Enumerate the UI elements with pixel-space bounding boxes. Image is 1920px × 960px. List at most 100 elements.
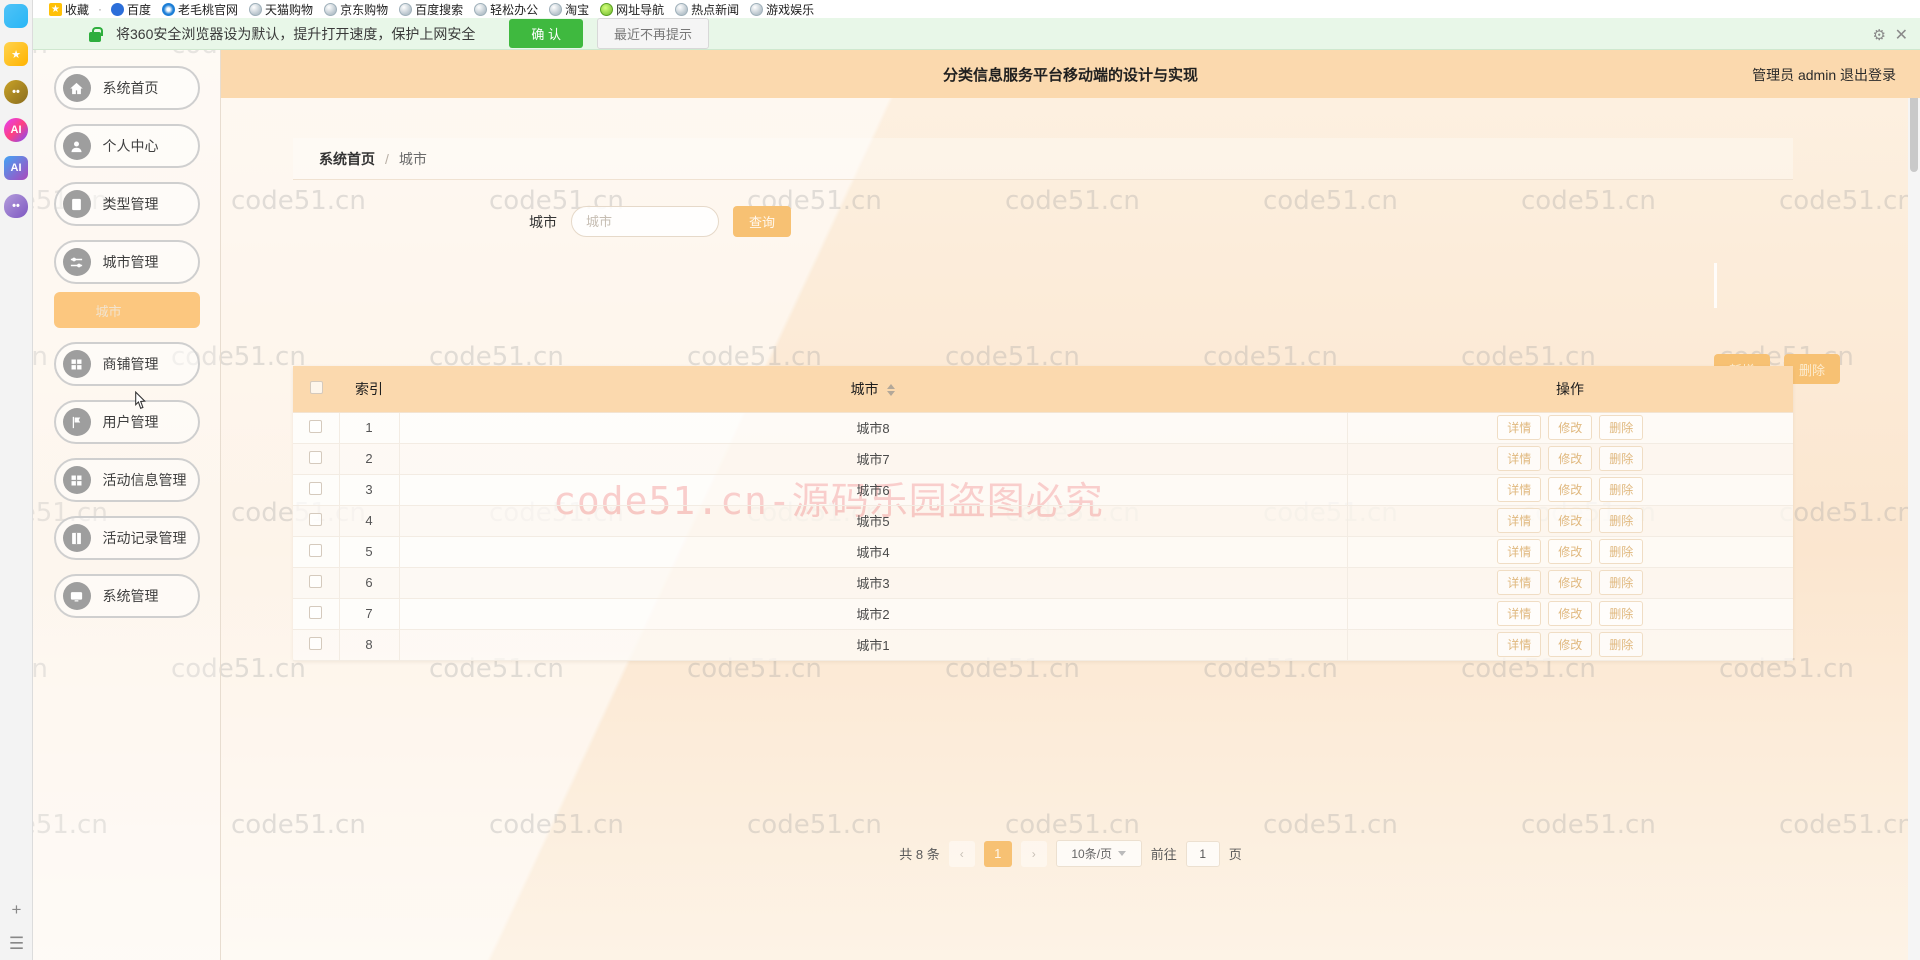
row-delete-button[interactable]: 删除 <box>1599 570 1644 595</box>
page-title: 分类信息服务平台移动端的设计与实现 <box>942 66 1198 84</box>
row-detail-button[interactable]: 详情 <box>1497 477 1542 502</box>
page-size-select[interactable]: 10条/页 <box>1055 840 1142 867</box>
add-icon[interactable]: + <box>7 900 27 920</box>
row-checkbox[interactable] <box>309 543 323 557</box>
table-row: 1 城市8 详情 修改 删除 <box>293 412 1793 444</box>
sidebar-item-city-management[interactable]: 城市管理 <box>53 240 200 284</box>
bookmark-label: 热点新闻 <box>691 2 740 17</box>
row-delete-button[interactable]: 删除 <box>1599 477 1644 502</box>
bookmark-laomaotao[interactable]: 老毛桃官网 <box>158 1 242 18</box>
column-header-index: 索引 <box>339 366 399 413</box>
bookmark-label: 游戏娱乐 <box>766 2 815 17</box>
bookmark-news[interactable]: 热点新闻 <box>671 1 743 18</box>
pagination-prev-button[interactable]: ‹ <box>948 840 975 867</box>
row-edit-button[interactable]: 修改 <box>1548 570 1593 595</box>
row-edit-button[interactable]: 修改 <box>1548 446 1593 471</box>
row-detail-button[interactable]: 详情 <box>1497 570 1542 595</box>
bookmark-baidu-search[interactable]: 百度搜索 <box>395 1 467 18</box>
ai-circle-icon[interactable]: AI <box>4 118 28 142</box>
row-checkbox[interactable] <box>309 636 323 650</box>
row-city: 城市8 <box>399 412 1347 444</box>
bookmark-favorites[interactable]: ★ 收藏 <box>45 1 93 18</box>
sidebar-item-profile[interactable]: 个人中心 <box>53 124 200 168</box>
row-checkbox[interactable] <box>309 512 323 526</box>
column-header-city[interactable]: 城市 <box>399 366 1347 413</box>
row-checkbox[interactable] <box>309 481 323 495</box>
breadcrumb-home[interactable]: 系统首页 <box>319 149 375 169</box>
sidebar-item-activity-record[interactable]: 活动记录管理 <box>53 516 200 560</box>
goto-page-input[interactable] <box>1185 840 1220 867</box>
row-detail-button[interactable]: 详情 <box>1497 508 1542 533</box>
bookmark-baidu[interactable]: 百度 <box>107 1 155 18</box>
gear-icon[interactable]: ⚙ <box>1873 26 1886 44</box>
row-checkbox[interactable] <box>309 605 323 619</box>
bookmark-label: 老毛桃官网 <box>178 2 239 17</box>
table-row: 7 城市2 详情 修改 删除 <box>293 598 1793 630</box>
ai-square-icon[interactable]: AI <box>4 156 28 180</box>
sidebar-item-type[interactable]: 类型管理 <box>53 182 200 226</box>
sort-arrows-icon[interactable] <box>887 384 896 397</box>
sidebar-item-label: 个人中心 <box>102 138 159 154</box>
sidebar-item-activity-info[interactable]: 活动信息管理 <box>53 458 200 502</box>
row-detail-button[interactable]: 详情 <box>1497 632 1542 657</box>
table-body: 1 城市8 详情 修改 删除 2 城市7 详情 修改 删除 3 城市6 详情 修改 删除 4 城市5 详情 修改 删除… <box>293 412 1793 661</box>
row-edit-button[interactable]: 修改 <box>1548 539 1593 564</box>
row-edit-button[interactable]: 修改 <box>1548 601 1593 626</box>
search-input[interactable] <box>571 206 719 237</box>
bookmark-office[interactable]: 轻松办公 <box>470 1 542 18</box>
bookmark-label: 百度 <box>127 2 152 17</box>
pagination-page-1[interactable]: 1 <box>983 840 1012 867</box>
row-detail-button[interactable]: 详情 <box>1497 601 1542 626</box>
search-button[interactable]: 查询 <box>733 206 791 237</box>
row-operations: 详情 修改 删除 <box>1346 505 1793 537</box>
user-name: admin <box>1797 67 1837 83</box>
dismiss-button[interactable]: 最近不再提示 <box>596 18 709 49</box>
row-edit-button[interactable]: 修改 <box>1548 415 1593 440</box>
favorites-star-icon[interactable]: ★ <box>4 42 28 66</box>
bookmark-taobao[interactable]: 淘宝 <box>545 1 593 18</box>
row-index: 3 <box>339 474 400 506</box>
menu-icon[interactable]: ☰ <box>7 934 27 954</box>
sidebar-item-system[interactable]: 系统管理 <box>53 574 200 618</box>
row-detail-button[interactable]: 详情 <box>1497 446 1542 471</box>
sidebar-item-home[interactable]: 系统首页 <box>53 66 200 110</box>
pagination-next-button[interactable]: › <box>1020 840 1047 867</box>
bookmark-jd[interactable]: 京东购物 <box>320 1 392 18</box>
bookmark-label: 天猫购物 <box>265 2 314 17</box>
user-icon <box>62 132 91 160</box>
row-detail-button[interactable]: 详情 <box>1497 415 1542 440</box>
row-delete-button[interactable]: 删除 <box>1599 632 1644 657</box>
row-delete-button[interactable]: 删除 <box>1599 415 1644 440</box>
row-delete-button[interactable]: 删除 <box>1599 446 1644 471</box>
breadcrumb-current: 城市 <box>398 150 427 167</box>
row-edit-button[interactable]: 修改 <box>1548 477 1593 502</box>
close-icon[interactable]: ✕ <box>1895 25 1908 45</box>
row-index: 8 <box>339 629 400 661</box>
flag-icon <box>62 408 91 436</box>
sidebar-item-label: 类型管理 <box>102 196 159 212</box>
row-delete-button[interactable]: 删除 <box>1599 601 1644 626</box>
sidebar-item-shop[interactable]: 商铺管理 <box>53 342 200 386</box>
select-all-checkbox[interactable] <box>309 380 323 394</box>
row-delete-button[interactable]: 删除 <box>1599 539 1644 564</box>
row-city: 城市2 <box>399 598 1347 630</box>
confirm-button[interactable]: 确 认 <box>509 19 583 48</box>
bookmark-tmall[interactable]: 天猫购物 <box>245 1 317 18</box>
row-checkbox[interactable] <box>309 450 323 464</box>
sidebar-subitem-city[interactable]: 城市 <box>53 292 200 328</box>
browser-logo-icon[interactable] <box>4 4 28 28</box>
row-checkbox[interactable] <box>309 574 323 588</box>
assistant-blob-icon[interactable]: •• <box>4 194 28 218</box>
bookmark-nav[interactable]: 网址导航 <box>596 1 668 18</box>
notification-text: 将360安全浏览器设为默认，提升打开速度，保护上网安全 <box>116 25 476 42</box>
row-edit-button[interactable]: 修改 <box>1548 632 1593 657</box>
logout-link[interactable]: 退出登录 <box>1840 67 1896 83</box>
chat-bubble-icon[interactable]: •• <box>4 80 28 104</box>
bookmark-games[interactable]: 游戏娱乐 <box>746 1 818 18</box>
bookmark-label: 轻松办公 <box>490 2 539 17</box>
row-delete-button[interactable]: 删除 <box>1599 508 1644 533</box>
row-checkbox[interactable] <box>309 419 323 433</box>
row-edit-button[interactable]: 修改 <box>1548 508 1593 533</box>
row-detail-button[interactable]: 详情 <box>1497 539 1542 564</box>
sidebar-item-user[interactable]: 用户管理 <box>53 400 200 444</box>
